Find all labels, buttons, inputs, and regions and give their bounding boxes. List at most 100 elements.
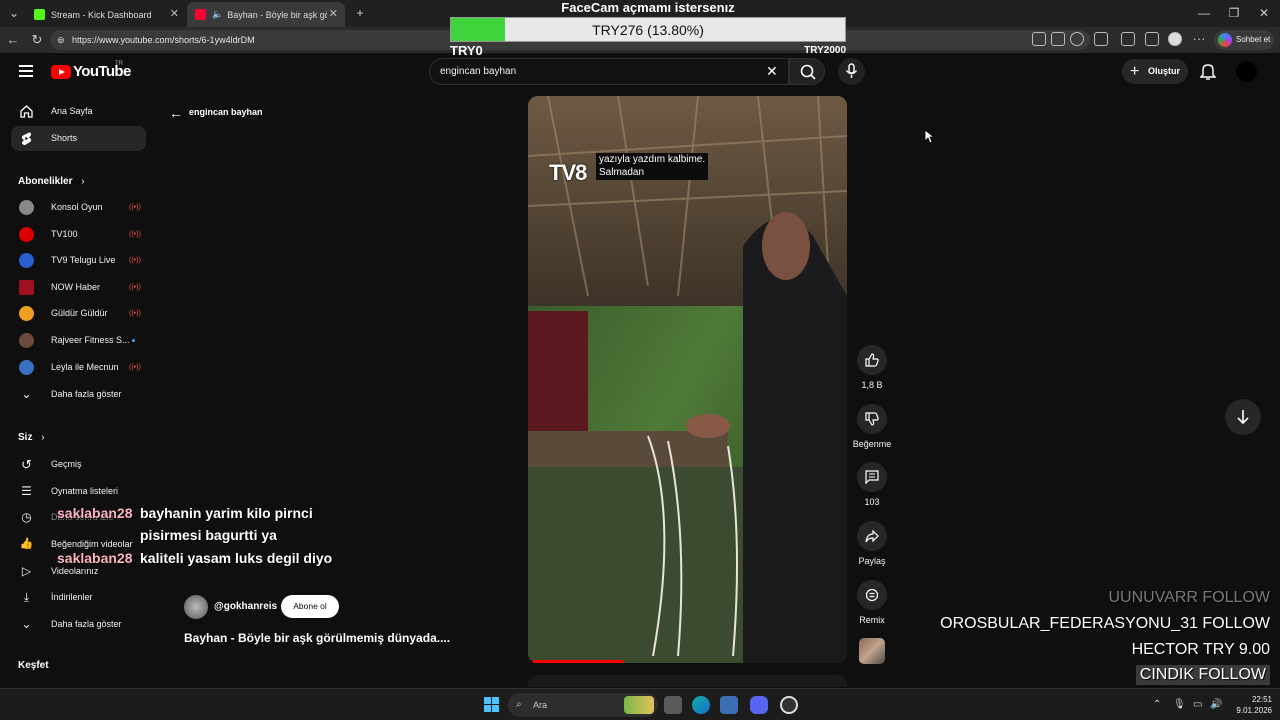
microphone-tray-icon[interactable]: 🎙 — [1173, 699, 1186, 710]
ai-icon[interactable] — [1032, 32, 1046, 46]
live-icon: ((•)) — [129, 231, 141, 238]
network-icon[interactable]: ▭ — [1193, 699, 1202, 710]
chevron-down-icon: ⌄ — [21, 387, 32, 401]
tab-list-chevron-icon[interactable]: ⌄ — [4, 4, 24, 22]
volume-icon[interactable]: 🔊 — [1210, 699, 1222, 710]
system-clock[interactable]: 22:51 9.01.2026 — [1226, 694, 1272, 716]
next-video-button[interactable] — [1225, 399, 1261, 435]
video-progress-bar[interactable] — [533, 660, 623, 663]
channel-avatar — [19, 306, 34, 321]
create-button[interactable]: + Oluştur — [1122, 59, 1188, 84]
maximize-icon[interactable]: ❐ — [1224, 4, 1244, 22]
search-button[interactable] — [789, 58, 825, 85]
sidebar-item-label: İndirilenler — [51, 592, 93, 602]
browser-essentials-icon[interactable] — [1121, 32, 1135, 46]
menu-icon[interactable] — [19, 65, 33, 77]
goal-max-label: TRY2000 — [804, 45, 846, 56]
sidebar-item-label: Ana Sayfa — [51, 106, 93, 116]
tab-youtube-shorts[interactable]: 🔈 Bayhan - Böyle bir aşk görülm ✕ — [187, 2, 345, 27]
share-button[interactable] — [857, 521, 887, 551]
copilot-chat-button[interactable]: Sohbet et — [1214, 30, 1274, 50]
file-explorer-icon[interactable] — [664, 696, 682, 714]
minimize-icon[interactable]: — — [1194, 4, 1214, 22]
shorts-icon — [21, 132, 32, 145]
back-icon[interactable]: ← — [4, 31, 22, 49]
favorite-star-icon[interactable] — [1070, 32, 1084, 46]
sidebar-item-show-more[interactable]: ⌄ Daha fazla göster — [11, 382, 146, 407]
sidebar-item-show-more[interactable]: ⌄ Daha fazla göster — [11, 612, 146, 637]
sidebar-item-playlists[interactable]: ☰ Oynatma listeleri — [11, 479, 146, 504]
clock-icon: ◷ — [21, 510, 32, 524]
profile-avatar-icon[interactable] — [1168, 32, 1182, 46]
sidebar-item-label: Geçmiş — [51, 459, 82, 469]
comment-icon — [865, 470, 879, 484]
region-code: TR — [115, 61, 123, 67]
app-icon[interactable] — [720, 696, 738, 714]
back-to-search-label[interactable]: engincan bayhan — [189, 107, 263, 117]
sidebar-item-channel[interactable]: Güldür Güldür ((•)) — [11, 301, 146, 326]
sidebar-item-channel[interactable]: TV100 ((•)) — [11, 222, 146, 247]
audio-source-thumbnail[interactable] — [859, 638, 885, 664]
tab-kick-dashboard[interactable]: Stream - Kick Dashboard ✕ — [26, 2, 186, 27]
sidebar-item-shorts[interactable]: Shorts — [11, 126, 146, 151]
apps-icon[interactable] — [1051, 32, 1065, 46]
channel-avatar[interactable] — [184, 595, 208, 619]
live-icon: ((•)) — [129, 257, 141, 264]
close-window-icon[interactable]: ✕ — [1254, 4, 1274, 22]
caption-line: yazıyla yazdım kalbime. — [599, 154, 706, 165]
sidebar-item-channel[interactable]: Leyla ile Mecnun ((•)) — [11, 355, 146, 380]
taskbar-search[interactable]: ⌕ Ara — [508, 693, 658, 717]
collections-icon[interactable] — [1145, 32, 1159, 46]
clear-search-icon[interactable]: ✕ — [766, 63, 778, 80]
dislike-button[interactable] — [857, 404, 887, 434]
discord-icon[interactable] — [750, 696, 768, 714]
stream-event: HECTOR TRY 9.00 — [1131, 641, 1270, 658]
reload-icon[interactable]: ↻ — [28, 31, 46, 49]
edge-browser-icon[interactable] — [692, 696, 710, 714]
live-icon: ((•)) — [129, 310, 141, 317]
windows-start-icon[interactable] — [484, 697, 500, 713]
sidebar-item-channel[interactable]: NOW Haber ((•)) — [11, 275, 146, 300]
channel-handle[interactable]: @gokhanreis — [214, 601, 277, 612]
video-title[interactable]: Bayhan - Böyle bir aşk görülmemiş dünyad… — [184, 631, 450, 645]
close-tab-icon[interactable]: ✕ — [329, 7, 338, 20]
you-heading[interactable]: Siz › — [18, 432, 45, 443]
close-tab-icon[interactable]: ✕ — [170, 7, 179, 20]
search-input[interactable]: engincan bayhan — [429, 58, 789, 85]
sidebar-item-channel[interactable]: Rajveer Fitness S... — [11, 328, 146, 353]
channel-avatar — [19, 280, 34, 295]
sidebar-item-downloads[interactable]: ⤓ İndirilenler — [11, 585, 146, 610]
remix-button[interactable] — [857, 580, 887, 610]
kick-favicon-icon — [34, 9, 45, 20]
subscribe-button[interactable]: Abone ol — [281, 595, 339, 618]
live-icon: ((•)) — [129, 284, 141, 291]
new-tab-icon[interactable]: + — [350, 4, 370, 22]
sidebar-item-home[interactable]: Ana Sayfa — [11, 99, 146, 124]
sidebar-item-history[interactable]: ↺ Geçmiş — [11, 452, 146, 477]
stream-event: UUNUVARR FOLLOW — [1108, 589, 1271, 606]
site-info-icon[interactable]: ⊜ — [57, 30, 65, 50]
create-label: Oluştur — [1148, 66, 1181, 76]
voice-search-button[interactable] — [838, 58, 865, 85]
notifications-bell-icon[interactable] — [1199, 63, 1217, 85]
back-arrow-icon[interactable]: ← — [169, 105, 183, 121]
tray-chevron-icon[interactable]: ⌃ — [1153, 699, 1161, 710]
more-menu-icon[interactable]: ··· — [1190, 30, 1208, 48]
account-avatar[interactable] — [1236, 61, 1257, 82]
youtube-favicon-icon — [195, 9, 206, 20]
sidebar-item-channel[interactable]: TV9 Telugu Live ((•)) — [11, 248, 146, 273]
chevron-right-icon: › — [41, 432, 45, 443]
stream-event: CINDIK FOLLOW — [1135, 665, 1270, 685]
subscriptions-heading[interactable]: Abonelikler › — [18, 176, 85, 187]
extensions-icon[interactable] — [1094, 32, 1108, 46]
obs-studio-icon[interactable] — [780, 696, 798, 714]
like-button[interactable] — [857, 345, 887, 375]
channel-avatar — [19, 360, 34, 375]
speaker-icon[interactable]: 🔈 — [212, 9, 223, 20]
channel-name: Rajveer Fitness S... — [51, 335, 130, 345]
sidebar-item-channel[interactable]: Konsol Oyun ((•)) — [11, 195, 146, 220]
next-short-preview[interactable] — [528, 675, 847, 687]
comments-button[interactable] — [857, 462, 887, 492]
youtube-logo-icon[interactable] — [51, 65, 71, 79]
history-icon: ↺ — [21, 457, 32, 472]
